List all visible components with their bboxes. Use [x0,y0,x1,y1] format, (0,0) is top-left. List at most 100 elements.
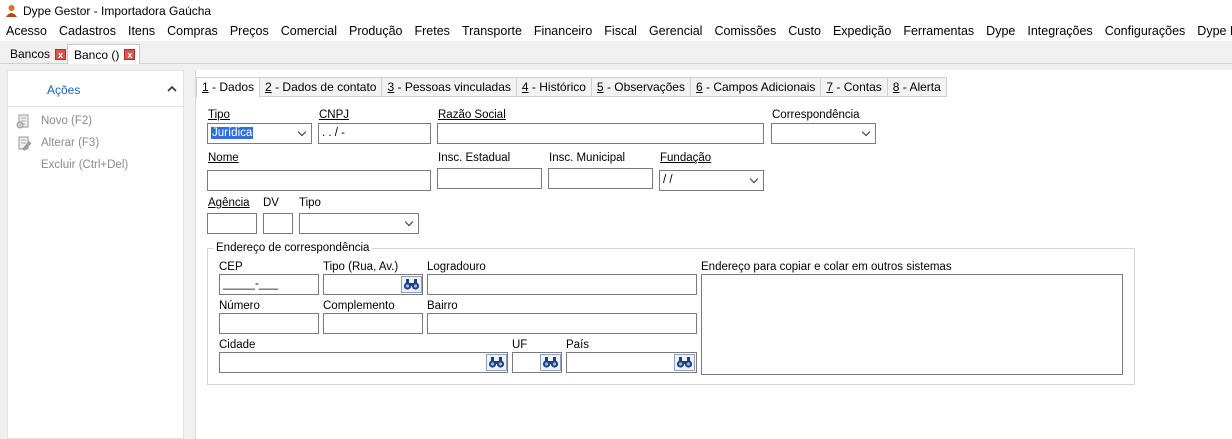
complemento-input[interactable] [323,313,423,334]
tipo-select[interactable]: Jurídica [207,123,312,144]
tab-label: - Dados de contato [271,80,377,94]
menu-bar: Acesso Cadastros Itens Compras Preços Co… [0,21,1232,41]
menu-expedicao[interactable]: Expedição [827,21,897,41]
cnpj-input[interactable]: . . / - [318,123,431,144]
tab-historico[interactable]: 4 - Histórico [516,77,592,97]
copy-address-textarea[interactable] [701,274,1123,375]
document-tabs: Bancos x Banco () x [0,42,1232,64]
nome-input[interactable] [207,170,431,191]
razao-social-input[interactable] [437,123,764,144]
close-icon[interactable]: x [55,48,67,60]
title-bar: Dype Gestor - Importadora Gaúcha [0,0,1232,21]
chevron-up-icon[interactable] [166,83,178,95]
menu-itens[interactable]: Itens [122,21,161,41]
tipo-logradouro-label: Tipo (Rua, Av.) [323,261,399,273]
menu-cadastros[interactable]: Cadastros [53,21,122,41]
bairro-label: Bairro [427,300,458,312]
tab-dados-contato[interactable]: 2 - Dados de contato [260,77,383,97]
razao-social-label: Razão Social [438,109,506,121]
tab-label: - Contas [833,80,882,94]
menu-integracoes[interactable]: Integrações [1021,21,1098,41]
insc-estadual-input[interactable] [437,168,542,189]
logradouro-label: Logradouro [427,261,486,273]
menu-comercial[interactable]: Comercial [275,21,343,41]
action-label: Alterar (F3) [41,137,100,149]
menu-fretes[interactable]: Fretes [409,21,456,41]
form-tabs: 1 - Dados 2 - Dados de contato 3 - Pesso… [196,77,947,98]
menu-dype-dev[interactable]: Dype Dev [1191,21,1232,41]
delete-icon [16,158,32,173]
fundacao-date-picker[interactable]: / / [659,170,764,191]
menu-comissoes[interactable]: Comissões [708,21,782,41]
new-document-icon [16,114,32,129]
numero-input[interactable] [219,313,319,334]
tipo-conta-select[interactable] [299,213,419,234]
tab-observacoes[interactable]: 5 - Observações [591,77,691,97]
tab-label: - Observações [603,80,685,94]
doc-tab-banco[interactable]: Banco () x [67,44,141,64]
cnpj-label: CNPJ [319,109,350,121]
binoculars-search-icon[interactable] [486,354,507,371]
close-icon[interactable]: x [124,49,136,60]
cidade-input[interactable] [219,352,508,373]
menu-acesso[interactable]: Acesso [0,21,53,41]
numero-label: Número [219,300,260,312]
binoculars-search-icon[interactable] [401,276,422,293]
menu-ferramentas[interactable]: Ferramentas [897,21,980,41]
tab-label: - Campos Adicionais [702,80,816,94]
tab-campos-adicionais[interactable]: 6 - Campos Adicionais [690,77,822,97]
insc-municipal-label: Insc. Municipal [549,152,626,164]
app-logo-icon [5,4,18,18]
actions-panel: Ações Novo (F2) Alterar (F3) Excluir (Ct… [7,70,184,439]
tab-label: - Alerta [899,80,941,94]
address-group-title: Endereço de correspondência [213,242,373,254]
tipo-selected-value: Jurídica [211,127,254,139]
menu-precos[interactable]: Preços [224,21,275,41]
pais-label: País [566,339,590,351]
doc-tab-bancos[interactable]: Bancos x [4,44,70,64]
menu-producao[interactable]: Produção [343,21,409,41]
tab-key: 5 [596,80,604,94]
tab-pessoas-vinculadas[interactable]: 3 - Pessoas vinculadas [382,77,517,97]
tab-dados[interactable]: 1 - Dados [196,77,261,98]
nome-label: Nome [208,152,239,164]
cep-input[interactable]: _____-___ [219,274,319,295]
menu-dype[interactable]: Dype [980,21,1021,41]
bairro-input[interactable] [427,313,697,334]
dv-input[interactable] [263,213,293,234]
menu-custo[interactable]: Custo [782,21,827,41]
action-alterar[interactable]: Alterar (F3) [16,135,99,151]
binoculars-search-icon[interactable] [674,354,695,371]
menu-fiscal[interactable]: Fiscal [598,21,643,41]
logradouro-input[interactable] [427,274,697,295]
action-label: Novo (F2) [41,115,93,127]
action-label: Excluir (Ctrl+Del) [41,159,129,171]
correspondencia-select[interactable] [771,123,876,144]
tab-key: 6 [695,80,703,94]
copy-address-label: Endereço para copiar e colar em outros s… [701,261,952,273]
cidade-label: Cidade [219,339,256,351]
menu-transporte[interactable]: Transporte [456,21,528,41]
action-excluir[interactable]: Excluir (Ctrl+Del) [16,157,128,173]
actions-panel-header[interactable]: Ações [8,71,183,107]
tab-alerta[interactable]: 8 - Alerta [887,77,947,97]
fundacao-label: Fundação [660,152,712,164]
tab-label: - Pessoas vinculadas [394,80,511,94]
dv-label: DV [263,197,279,209]
menu-gerencial[interactable]: Gerencial [643,21,709,41]
tab-contas[interactable]: 7 - Contas [821,77,888,97]
insc-municipal-input[interactable] [548,168,653,189]
menu-configuracoes[interactable]: Configurações [1099,21,1192,41]
action-novo[interactable]: Novo (F2) [16,113,92,129]
menu-financeiro[interactable]: Financeiro [528,21,598,41]
tab-key: 4 [521,80,529,94]
agencia-input[interactable] [207,213,257,234]
menu-compras[interactable]: Compras [161,21,224,41]
edit-document-icon [16,136,32,151]
binoculars-search-icon[interactable] [540,354,561,371]
agencia-label: Agência [208,197,250,209]
tipo-label: Tipo [208,109,230,121]
tab-label: - Histórico [528,80,586,94]
tipo-conta-label: Tipo [299,197,321,209]
correspondencia-label: Correspondência [772,109,860,121]
